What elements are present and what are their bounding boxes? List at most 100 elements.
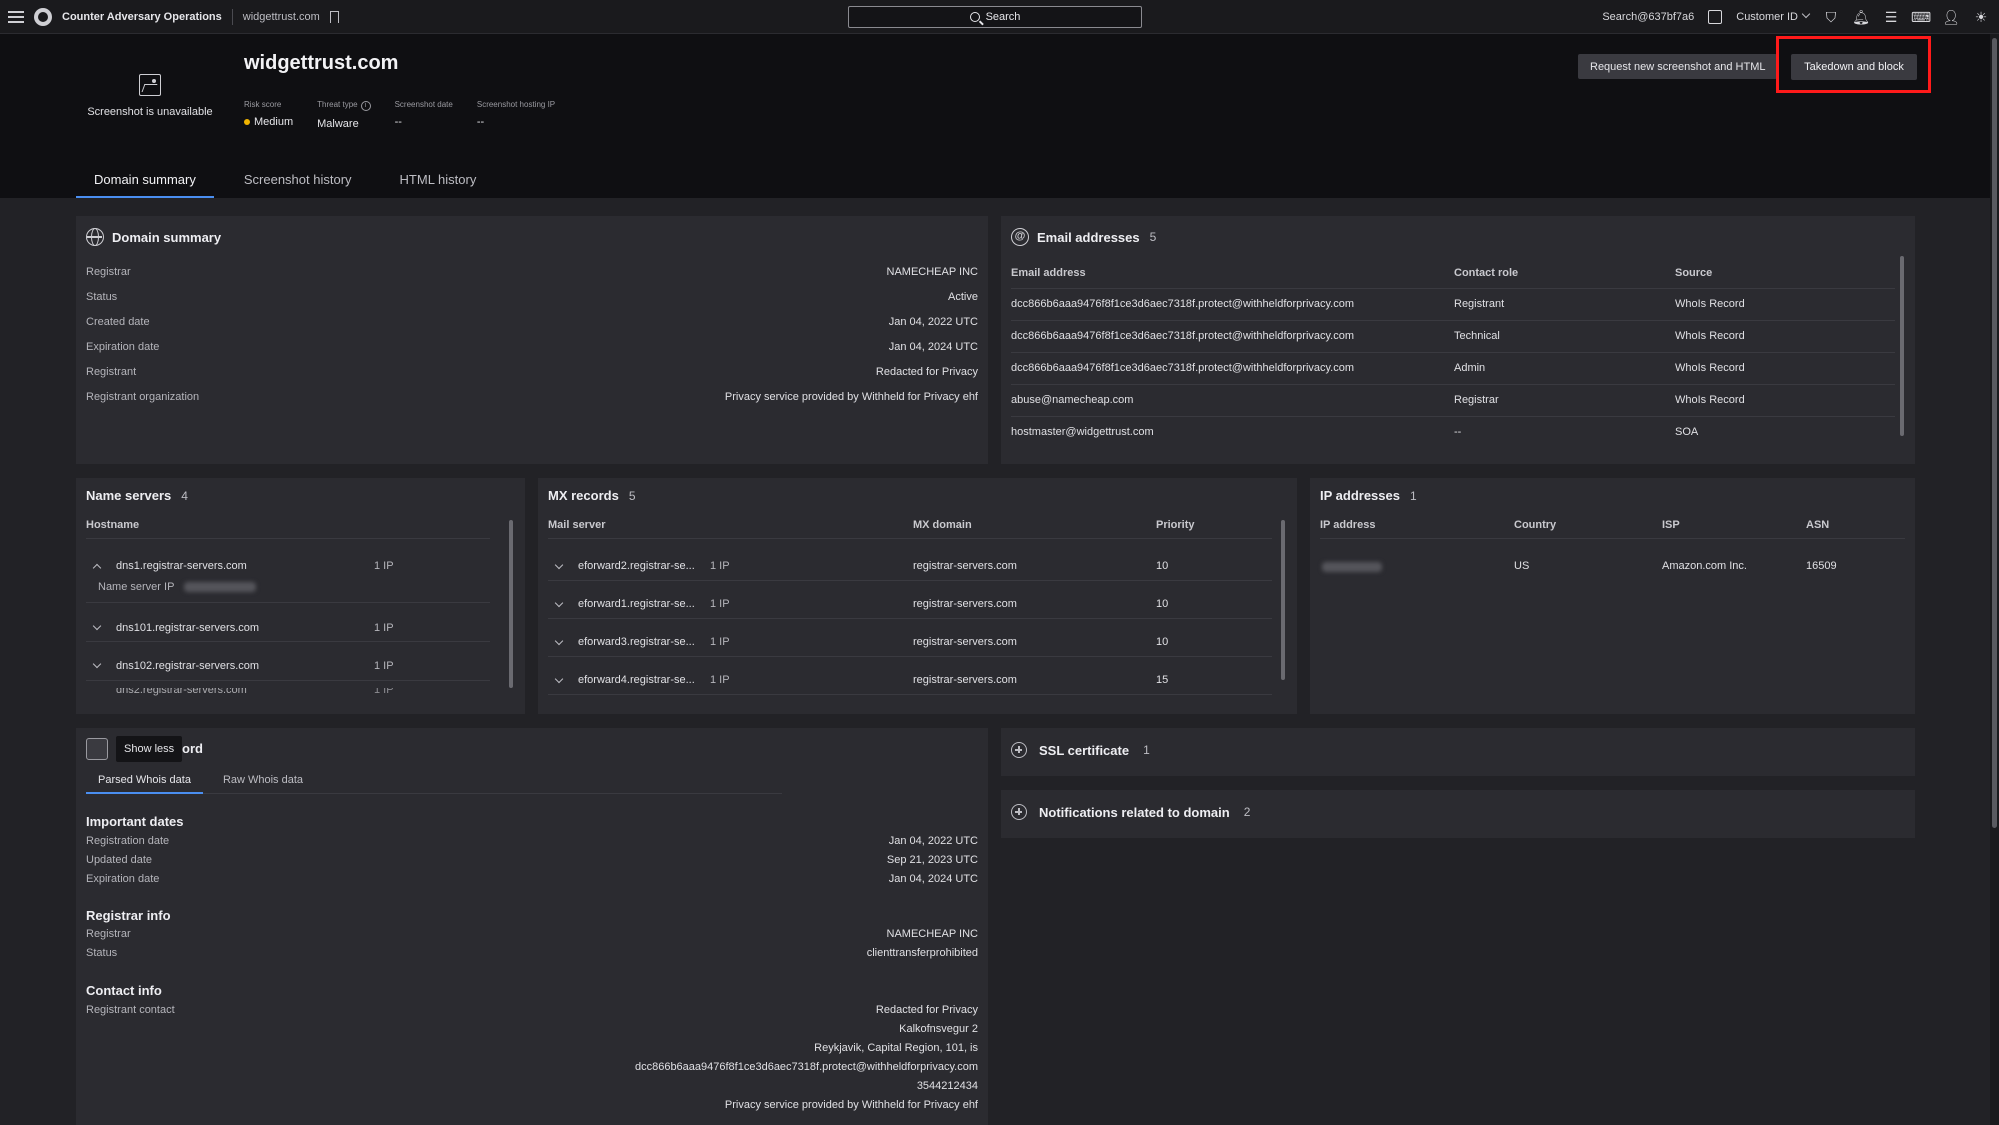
name-servers-panel: Name servers 4 Hostname dns1.registrar-se… (76, 478, 525, 714)
row-value: dcc866b6aaa9476f8f1ce3d6aec7318f.protect… (634, 1061, 978, 1073)
chevron-down-icon[interactable] (554, 636, 564, 646)
divider (231, 9, 233, 25)
search-button[interactable]: Search (848, 6, 1142, 28)
row-label: Status (86, 291, 118, 303)
column-header[interactable]: IP address (1320, 519, 1375, 531)
meta-value: Medium (254, 116, 294, 128)
row-value: Jan 04, 2024 UTC (888, 341, 978, 353)
row-label: Registrar (86, 928, 131, 940)
domain-meta: Risk score Medium Threat type i Malware S… (244, 100, 579, 130)
whois-row: Expiration date Jan 04, 2024 UTC (86, 873, 978, 889)
page-scrollbar[interactable] (1990, 34, 1999, 1125)
summary-row: Registrant Redacted for Privacy (86, 366, 978, 382)
user-icon[interactable]: 👤︎ (1942, 9, 1960, 25)
row-value: Reykjavik, Capital Region, 101, is (814, 1042, 978, 1054)
highlight-box: Takedown and block (1776, 36, 1931, 93)
bookmark-icon[interactable] (329, 11, 339, 23)
mail-server-cell: eforward3.registrar-se... (578, 636, 695, 648)
registrar-info-heading: Registrar info (86, 908, 171, 923)
chevron-down-icon[interactable] (554, 560, 564, 570)
expand-icon[interactable] (1011, 804, 1027, 820)
mx-domain-cell: registrar-servers.com (913, 598, 1017, 610)
column-header[interactable]: MX domain (913, 519, 972, 531)
chevron-down-icon[interactable] (554, 598, 564, 608)
shield-icon[interactable]: ⛉ (1823, 9, 1839, 25)
stack-icon[interactable]: ☰ (1883, 9, 1899, 25)
takedown-and-block-button[interactable]: Takedown and block (1791, 54, 1917, 80)
tab-screenshot-history[interactable]: Screenshot history (226, 170, 370, 198)
contact-line: 3544212434 (86, 1080, 978, 1096)
threat-type: Threat type i Malware (317, 100, 371, 130)
count-badge: 1 (1409, 488, 1417, 503)
page-title: widgettrust.com (244, 52, 399, 74)
row-label: Registrant (86, 366, 137, 378)
row-label: Created date (86, 316, 150, 328)
tab-raw-whois[interactable]: Raw Whois data (211, 772, 315, 794)
row-value: clienttransferprohibited (866, 947, 978, 959)
calendar-icon[interactable] (1708, 10, 1723, 24)
scrollbar[interactable] (1900, 256, 1904, 436)
divider (86, 680, 490, 681)
column-header[interactable]: Mail server (548, 519, 605, 531)
column-header[interactable]: Contact role (1454, 267, 1518, 279)
scrollbar[interactable] (1281, 520, 1285, 680)
image-icon (139, 74, 161, 96)
chevron-down-icon[interactable] (92, 621, 102, 631)
scrollbar[interactable] (509, 520, 513, 688)
contact-line: Kalkofnsvegur 2 (86, 1023, 978, 1039)
notifications-panel[interactable]: Notifications related to domain 2 (1001, 790, 1915, 838)
scrollbar-thumb[interactable] (1992, 38, 1997, 828)
meta-label: Screenshot date (394, 100, 453, 109)
source-cell: WhoIs Record (1675, 298, 1745, 310)
column-header[interactable]: ISP (1662, 519, 1680, 531)
code-icon[interactable]: ⌨ (1911, 9, 1931, 25)
panel-title: MX records (548, 488, 619, 503)
mx-domain-cell: registrar-servers.com (913, 560, 1017, 572)
column-header[interactable]: Email address (1011, 267, 1086, 279)
redacted-ip (184, 582, 256, 592)
ip-count: 1 IP (374, 688, 394, 696)
app-name[interactable]: Counter Adversary Operations (62, 11, 222, 23)
info-icon[interactable]: i (360, 101, 371, 111)
column-header[interactable]: Priority (1156, 519, 1195, 531)
column-header[interactable]: Country (1514, 519, 1556, 531)
priority-cell: 15 (1156, 674, 1169, 686)
row-value: NAMECHEAP INC (886, 266, 978, 278)
chevron-down-icon (1801, 9, 1811, 19)
chevron-down-icon[interactable] (92, 659, 102, 669)
sun-icon[interactable]: ☀ (1973, 9, 1989, 25)
hostname-cell: dns101.registrar-servers.com (116, 622, 260, 634)
meta-label: Screenshot hosting IP (476, 100, 556, 109)
contact-line: Privacy service provided by Withheld for… (86, 1099, 978, 1115)
divider (548, 580, 1272, 581)
tab-html-history[interactable]: HTML history (382, 170, 495, 198)
country-cell: US (1514, 560, 1530, 572)
risk-score: Risk score Medium (244, 100, 293, 130)
email-addresses-panel: @ Email addresses 5 Email address Contact … (1001, 216, 1915, 464)
row-label: Expiration date (86, 873, 160, 885)
row-value: Redacted for Privacy (875, 1004, 978, 1016)
source-cell: WhoIs Record (1675, 330, 1745, 342)
role-cell: Registrar (1454, 394, 1499, 406)
whois-record-panel: Show less ord Parsed Whois data Raw Whoi… (76, 728, 988, 1125)
divider (1011, 384, 1895, 385)
column-header[interactable]: Source (1675, 267, 1712, 279)
bell-icon[interactable]: 🔔︎ (1852, 9, 1870, 25)
divider (1011, 288, 1895, 289)
column-header[interactable]: ASN (1806, 519, 1829, 531)
menu-icon[interactable] (8, 11, 24, 23)
expand-icon[interactable] (1011, 742, 1027, 758)
chevron-up-icon[interactable] (92, 563, 102, 573)
customer-id-dropdown[interactable]: Customer ID (1736, 9, 1811, 23)
tab-domain-summary[interactable]: Domain summary (76, 170, 214, 198)
request-screenshot-button[interactable]: Request new screenshot and HTML (1578, 54, 1778, 79)
ip-count: 1 IP (374, 660, 394, 672)
ssl-certificate-panel[interactable]: SSL certificate 1 (1001, 728, 1915, 776)
chevron-down-icon[interactable] (554, 674, 564, 684)
source-cell: SOA (1675, 426, 1699, 438)
user-search-id[interactable]: Search@637bf7a6 (1602, 11, 1694, 23)
whois-record-icon[interactable] (86, 738, 108, 760)
column-header[interactable]: Hostname (86, 519, 139, 531)
whois-row: Updated date Sep 21, 2023 UTC (86, 854, 978, 870)
tab-parsed-whois[interactable]: Parsed Whois data (86, 772, 203, 794)
